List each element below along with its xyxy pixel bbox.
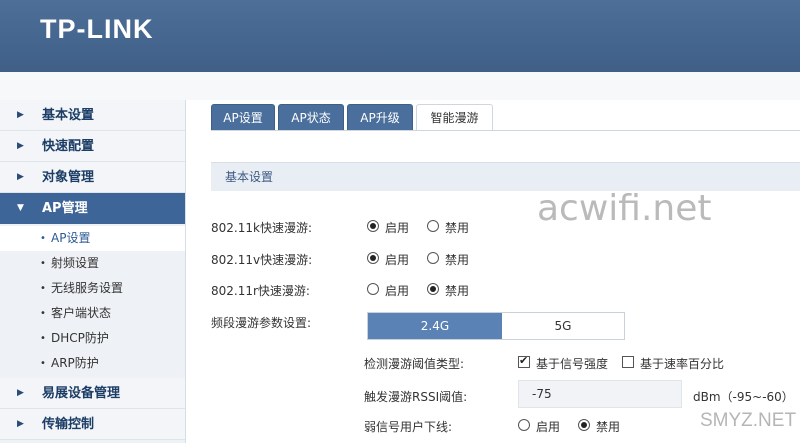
v-roaming-label: 802.11v快速漫游: xyxy=(211,253,313,267)
signal-strength-checkbox[interactable] xyxy=(518,354,530,368)
header-gap xyxy=(0,72,800,100)
sidebar-subitem-label: 无线服务设置 xyxy=(51,281,124,295)
tp-link-logo: TP-LINK xyxy=(40,14,154,44)
tab-ap-upgrade[interactable]: AP升级 xyxy=(347,104,413,130)
sidebar-subitem-client-status[interactable]: • 客户端状态 xyxy=(0,301,185,326)
sidebar-item-label: 对象管理 xyxy=(42,170,95,185)
tab-divider xyxy=(211,130,800,131)
rate-percent-text: 基于速率百分比 xyxy=(640,357,725,371)
weak-signal-enable-radio[interactable] xyxy=(518,419,530,431)
bullet-icon: • xyxy=(40,358,46,369)
top-header: TP-LINK xyxy=(0,0,800,72)
sidebar-item-transmission-control[interactable]: ▶ 传输控制 xyxy=(0,409,185,440)
v-roaming-enable-radio[interactable] xyxy=(367,252,379,264)
chevron-down-icon: ▼ xyxy=(17,203,24,213)
sidebar-item-mesh-devices[interactable]: ▶ 易展设备管理 xyxy=(0,378,185,409)
sidebar-item-ap-management[interactable]: ▼ AP管理 xyxy=(0,193,185,224)
v-roaming-enable-text: 启用 xyxy=(385,253,410,267)
sidebar-subitem-label: AP设置 xyxy=(51,231,91,245)
main-content: AP设置 AP状态 AP升级 智能漫游 基本设置 802.11k快速漫游: 启用… xyxy=(187,100,800,443)
chevron-right-icon: ▶ xyxy=(17,141,24,151)
sidebar-item-label: 传输控制 xyxy=(42,417,95,432)
band-roaming-label: 频段漫游参数设置: xyxy=(211,316,312,330)
acwifi-watermark: acwifi.net xyxy=(537,188,712,229)
r-roaming-label: 802.11r快速漫游: xyxy=(211,284,310,298)
router-admin-page: TP-LINK ▶ 基本设置 ▶ 快速配置 ▶ 对象管理 ▼ AP管理 • AP… xyxy=(0,0,800,443)
sidebar-item-label: 快速配置 xyxy=(42,139,95,154)
r-roaming-disable-radio[interactable] xyxy=(427,283,439,295)
weak-signal-offline-label: 弱信号用户下线: xyxy=(364,420,453,434)
r-roaming-enable-radio[interactable] xyxy=(367,283,379,295)
sidebar-item-label: 易展设备管理 xyxy=(42,386,121,401)
bullet-icon: • xyxy=(40,308,46,319)
rssi-threshold-input[interactable]: -75 xyxy=(518,380,682,408)
sidebar-subitem-label: ARP防护 xyxy=(51,356,99,370)
sidebar-subitem-radio-settings[interactable]: • 射频设置 xyxy=(0,251,185,276)
weak-signal-disable-text: 禁用 xyxy=(596,420,621,434)
k-roaming-disable-radio[interactable] xyxy=(427,220,439,232)
weak-signal-enable-text: 启用 xyxy=(536,420,561,434)
sidebar-subitem-wireless-service[interactable]: • 无线服务设置 xyxy=(0,276,185,301)
signal-strength-text: 基于信号强度 xyxy=(536,357,609,371)
chevron-right-icon: ▶ xyxy=(17,110,24,120)
v-roaming-disable-radio[interactable] xyxy=(427,252,439,264)
sidebar-subitem-label: DHCP防护 xyxy=(51,331,109,345)
k-roaming-enable-text: 启用 xyxy=(385,221,410,235)
sidebar-item-basic-settings[interactable]: ▶ 基本设置 xyxy=(0,100,185,131)
rate-percent-checkbox[interactable] xyxy=(622,356,634,368)
tab-smart-roaming[interactable]: 智能漫游 xyxy=(416,104,493,131)
rssi-threshold-label: 触发漫游RSSI阈值: xyxy=(364,390,468,404)
smyz-watermark: SMYZ.NET xyxy=(700,410,797,431)
bullet-icon: • xyxy=(40,233,46,244)
chevron-right-icon: ▶ xyxy=(17,419,24,429)
chevron-right-icon: ▶ xyxy=(17,388,24,398)
r-roaming-enable-text: 启用 xyxy=(385,284,410,298)
band-5g-button[interactable]: 5G xyxy=(502,313,624,339)
section-header: 基本设置 xyxy=(211,162,800,191)
sidebar-subitem-label: 客户端状态 xyxy=(51,306,112,320)
k-roaming-enable-radio[interactable] xyxy=(367,220,379,232)
sidebar-subitem-dhcp-protection[interactable]: • DHCP防护 xyxy=(0,326,185,351)
weak-signal-disable-radio[interactable] xyxy=(578,419,590,431)
sidebar-subitem-ap-settings[interactable]: • AP设置 xyxy=(0,226,185,251)
band-24g-button[interactable]: 2.4G xyxy=(368,313,502,339)
threshold-type-label: 检测漫游阈值类型: xyxy=(364,357,465,371)
sidebar-subitem-label: 射频设置 xyxy=(51,256,100,270)
chevron-right-icon: ▶ xyxy=(17,172,24,182)
band-toggle-group: 2.4G 5G xyxy=(367,312,625,340)
sidebar-subitem-arp-protection[interactable]: • ARP防护 xyxy=(0,351,185,376)
sidebar-item-quick-config[interactable]: ▶ 快速配置 xyxy=(0,131,185,162)
v-roaming-disable-text: 禁用 xyxy=(445,253,470,267)
tab-ap-settings[interactable]: AP设置 xyxy=(211,104,275,130)
sidebar-item-object-management[interactable]: ▶ 对象管理 xyxy=(0,162,185,193)
ap-management-submenu: • AP设置 • 射频设置 • 无线服务设置 • 客户端状态 • DHCP防护 … xyxy=(0,224,185,378)
tab-ap-status[interactable]: AP状态 xyxy=(278,104,344,130)
bullet-icon: • xyxy=(40,258,46,269)
sidebar-item-label: AP管理 xyxy=(42,201,88,216)
sidebar-item-label: 基本设置 xyxy=(42,108,95,123)
r-roaming-disable-text: 禁用 xyxy=(445,284,470,298)
sidebar: ▶ 基本设置 ▶ 快速配置 ▶ 对象管理 ▼ AP管理 • AP设置 • 射频设… xyxy=(0,100,186,443)
k-roaming-label: 802.11k快速漫游: xyxy=(211,221,312,235)
bullet-icon: • xyxy=(40,283,46,294)
k-roaming-disable-text: 禁用 xyxy=(445,221,470,235)
rssi-unit-text: dBm（-95~-60） xyxy=(693,390,794,404)
bullet-icon: • xyxy=(40,333,46,344)
